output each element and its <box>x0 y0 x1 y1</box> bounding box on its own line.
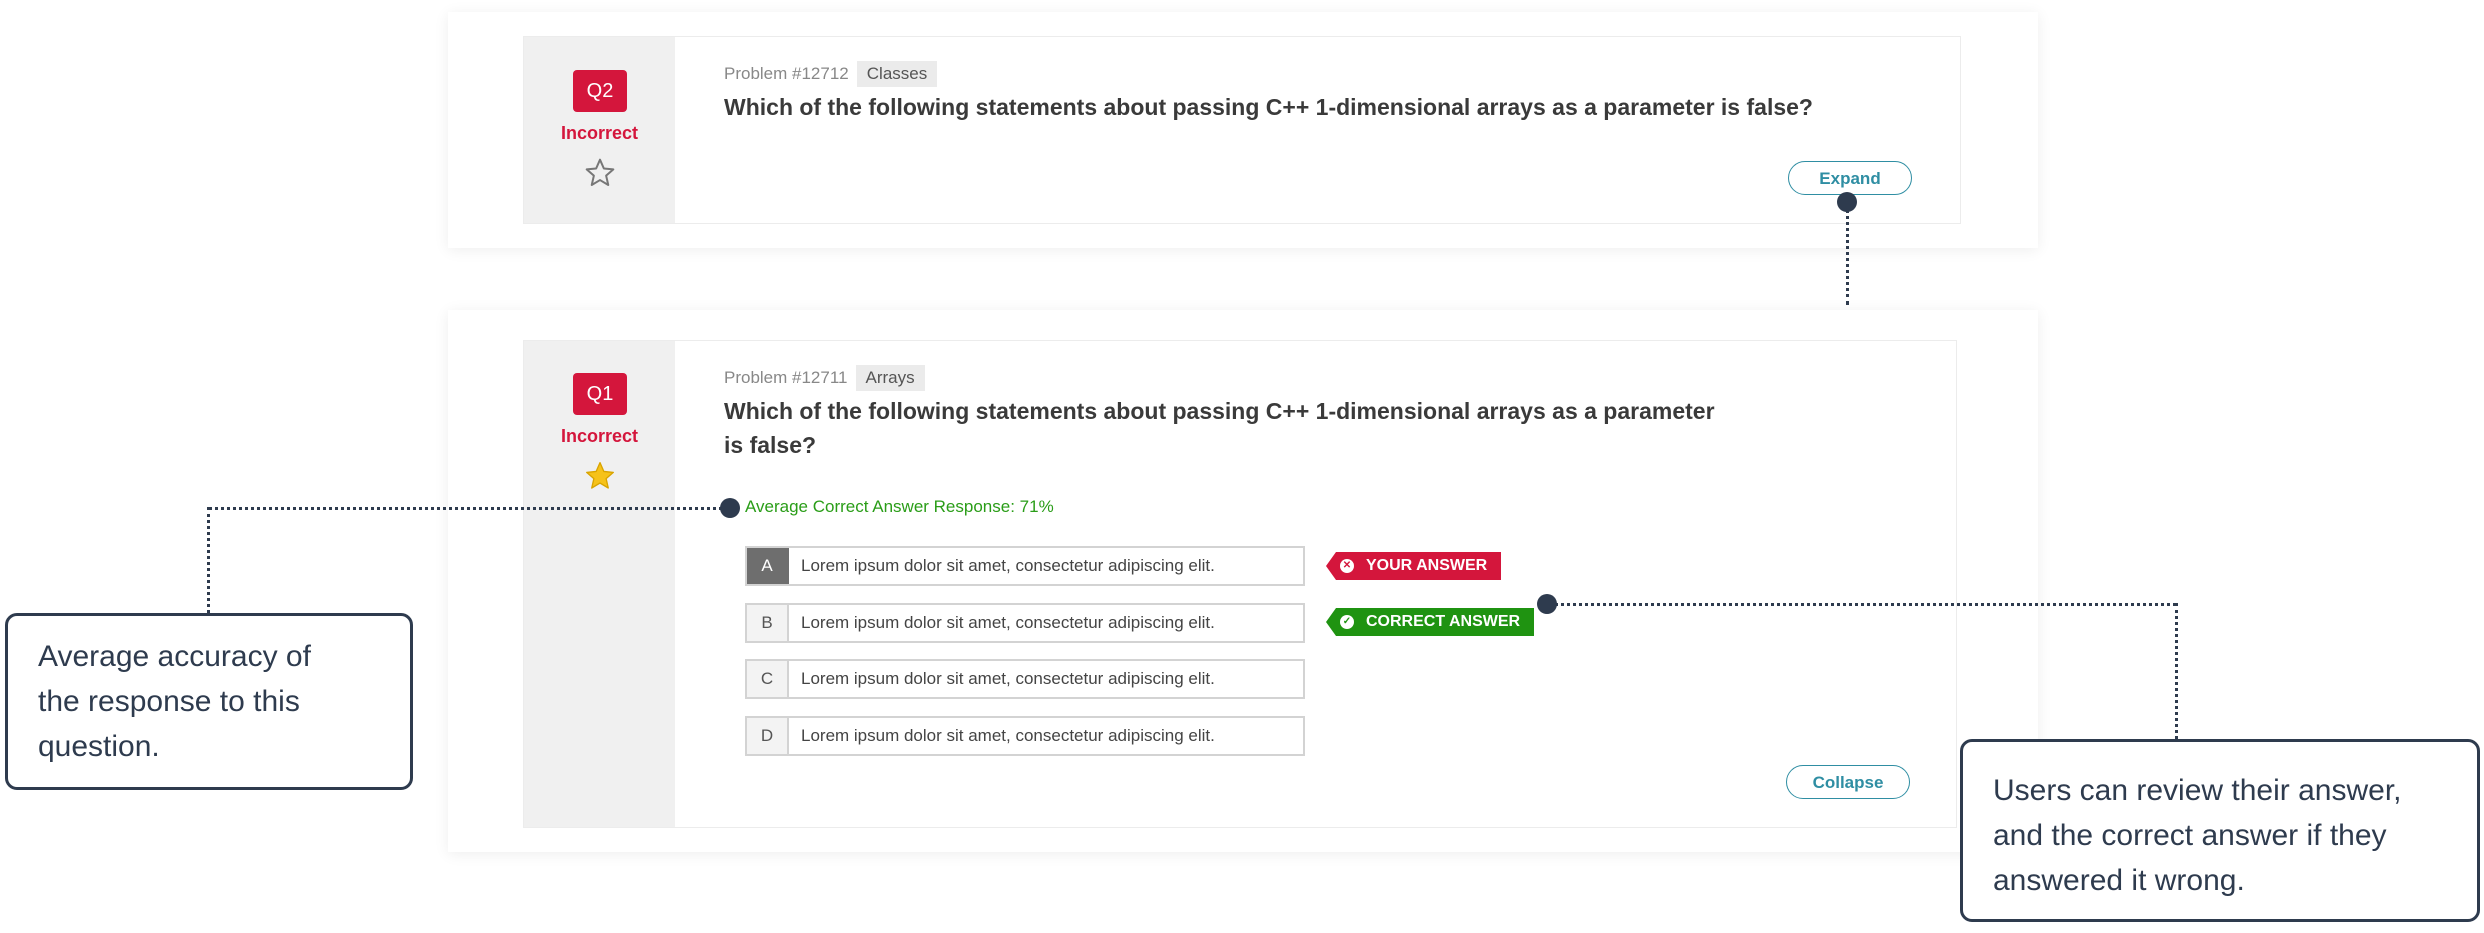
annotation-average-accuracy: Average accuracy of the response to this… <box>5 613 413 790</box>
question-number-badge: Q1 <box>573 373 627 415</box>
collapse-button[interactable]: Collapse <box>1786 765 1910 799</box>
annotation-line: answered it wrong. <box>1993 864 2245 897</box>
question-text-line1: Which of the following statements about … <box>724 398 1715 424</box>
question-text-line2: is false? <box>724 432 817 458</box>
connector-dot <box>1837 192 1857 212</box>
question-card-q1: Q1 Incorrect Problem #12711 Arrays Which … <box>448 310 2038 852</box>
question-text: Which of the following statements about … <box>724 94 1813 120</box>
question-number-badge: Q2 <box>573 70 627 112</box>
question-text: Which of the following statements about … <box>724 394 1715 462</box>
annotation-line: Average accuracy of <box>38 640 311 673</box>
correct-answer-flag: ✓ CORRECT ANSWER <box>1326 608 1535 636</box>
correct-answer-label: CORRECT ANSWER <box>1366 613 1521 630</box>
connector-dot <box>720 498 740 518</box>
option-text: Lorem ipsum dolor sit amet, consectetur … <box>801 669 1215 688</box>
problem-meta: Problem #12711 Arrays <box>724 365 925 391</box>
question-panel-q1: Q1 Incorrect Problem #12711 Arrays Which … <box>523 340 1957 828</box>
your-answer-flag: ✕ YOUR ANSWER <box>1326 552 1502 580</box>
connector-answer-vertical <box>2175 603 2178 739</box>
annotation-line: question. <box>38 730 160 763</box>
connector-avg-horizontal <box>208 507 730 510</box>
result-status: Incorrect <box>560 123 639 143</box>
expand-button[interactable]: Expand <box>1788 161 1912 195</box>
annotation-line: the response to this <box>38 685 300 718</box>
connector-avg-vertical <box>207 507 210 613</box>
problem-id: Problem #12711 <box>724 368 848 387</box>
star-filled-icon[interactable] <box>584 460 616 492</box>
question-card-q2: Q2 Incorrect Problem #12712 Classes Which… <box>448 12 2038 248</box>
option-text: Lorem ipsum dolor sit amet, consectetur … <box>801 613 1215 632</box>
connector-answer-horizontal <box>1548 603 2176 606</box>
annotation-review-answer: Users can review their answer, and the c… <box>1960 739 2480 922</box>
option-text: Lorem ipsum dolor sit amet, consectetur … <box>801 556 1215 575</box>
check-circle-icon: ✓ <box>1340 615 1354 629</box>
star-outline-icon[interactable] <box>584 157 616 189</box>
question-sidebar-q2: Q2 Incorrect <box>524 37 675 223</box>
x-circle-icon: ✕ <box>1340 559 1354 573</box>
option-letter: A <box>747 548 789 584</box>
question-panel-q2: Q2 Incorrect Problem #12712 Classes Which… <box>523 36 1961 224</box>
problem-meta: Problem #12712 Classes <box>724 61 938 87</box>
option-letter: B <box>747 605 789 641</box>
annotation-line: and the correct answer if they <box>1993 819 2387 852</box>
connector-expand <box>1846 203 1849 305</box>
question-sidebar-q1: Q1 Incorrect <box>524 341 675 827</box>
answer-option-c[interactable]: C Lorem ipsum dolor sit amet, consectetu… <box>745 659 1305 699</box>
average-correct-response: Average Correct Answer Response: 71% <box>745 497 1054 516</box>
result-status: Incorrect <box>560 426 639 446</box>
your-answer-label: YOUR ANSWER <box>1366 557 1488 574</box>
topic-tag: Arrays <box>855 365 925 391</box>
option-text: Lorem ipsum dolor sit amet, consectetur … <box>801 726 1215 745</box>
problem-id: Problem #12712 <box>724 64 849 83</box>
annotation-line: Users can review their answer, <box>1993 774 2402 807</box>
topic-tag: Classes <box>856 61 938 87</box>
answer-option-b[interactable]: B Lorem ipsum dolor sit amet, consectetu… <box>745 603 1305 643</box>
answer-option-d[interactable]: D Lorem ipsum dolor sit amet, consectetu… <box>745 716 1305 756</box>
option-letter: C <box>747 661 789 697</box>
answer-option-a[interactable]: A Lorem ipsum dolor sit amet, consectetu… <box>745 546 1305 586</box>
option-letter: D <box>747 718 789 754</box>
connector-dot <box>1537 594 1557 614</box>
